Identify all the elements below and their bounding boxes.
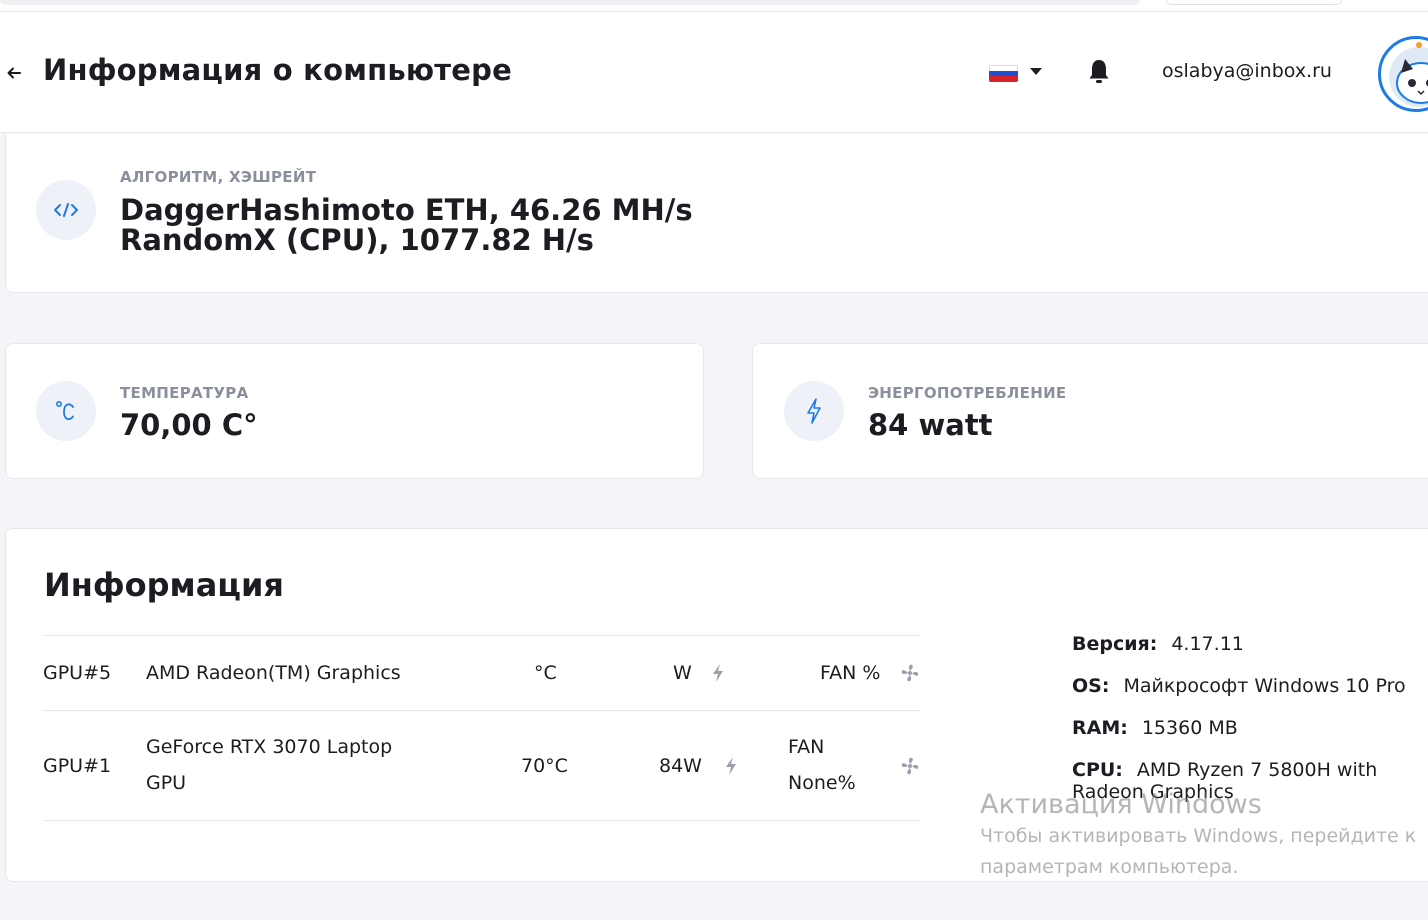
fan-icon — [901, 757, 919, 775]
celsius-icon — [36, 381, 96, 441]
gpu-table: GPU#5 AMD Radeon(TM) Graphics °C W FAN %… — [43, 635, 920, 821]
os-key: OS: — [1072, 675, 1110, 697]
gpu-fan-line-2: None% — [788, 772, 856, 794]
version-value: 4.17.11 — [1171, 633, 1244, 655]
user-email[interactable]: oslabya@inbox.ru — [1162, 60, 1332, 82]
temperature-label: ТЕМПЕРАТУРА — [120, 384, 249, 402]
cpu-row: CPU: AMD Ryzen 7 5800H with Radeon Graphi… — [1072, 759, 1428, 803]
table-row: GPU#5 AMD Radeon(TM) Graphics °C W FAN % — [43, 635, 920, 710]
algorithm-card: АЛГОРИТМ, ХЭШРЕЙТ DaggerHashimoto ETH, 4… — [5, 134, 1428, 293]
language-selector[interactable] — [989, 62, 1045, 84]
scrollbar-track — [0, 0, 1140, 5]
info-card: Информация GPU#5 AMD Radeon(TM) Graphics… — [5, 528, 1428, 882]
ram-key: RAM: — [1072, 717, 1128, 739]
version-key: Версия: — [1072, 633, 1158, 655]
gpu-fan: FAN % — [820, 662, 881, 684]
os-value: Майкрософт Windows 10 Pro — [1123, 675, 1406, 697]
power-value: 84 watt — [868, 408, 993, 442]
gpu-id: GPU#5 — [43, 662, 112, 684]
gpu-power: 84W — [659, 755, 702, 777]
gpu-fan-line-1: FAN — [788, 736, 825, 758]
fan-icon — [901, 664, 919, 682]
page-title: Информация о компьютере — [43, 53, 512, 87]
ram-row: RAM: 15360 MB — [1072, 717, 1428, 739]
code-icon — [36, 180, 96, 240]
gpu-id: GPU#1 — [43, 755, 112, 777]
page-header: Информация о компьютере oslabya@inbox.ru — [0, 12, 1428, 133]
system-info: Версия: 4.17.11 OS: Майкрософт Windows 10 … — [1072, 633, 1428, 823]
russian-flag-icon — [989, 65, 1018, 82]
info-title: Информация — [44, 566, 284, 604]
power-label: ЭНЕРГОПОТРЕБЛЕНИЕ — [868, 384, 1067, 402]
gpu-name-line-2: GPU — [146, 772, 187, 794]
avatar[interactable] — [1378, 36, 1428, 112]
chevron-down-icon — [1030, 68, 1042, 75]
table-row: GPU#1 GeForce RTX 3070 Laptop GPU 70°C 8… — [43, 710, 920, 821]
gpu-name: AMD Radeon(TM) Graphics — [146, 662, 401, 684]
back-arrow-icon[interactable] — [6, 65, 22, 81]
lightning-icon — [784, 381, 844, 441]
version-row: Версия: 4.17.11 — [1072, 633, 1428, 655]
lightning-icon — [726, 757, 736, 775]
ram-value: 15360 MB — [1141, 717, 1238, 739]
gpu-temp: 70°C — [521, 755, 568, 777]
algorithm-line-2: RandomX (CPU), 1077.82 H/s — [120, 223, 594, 257]
top-pill — [1166, 0, 1342, 5]
gpu-name-line-1: GeForce RTX 3070 Laptop — [146, 736, 393, 758]
browser-top-strip — [0, 0, 1428, 12]
gpu-temp: °C — [534, 662, 557, 684]
bell-icon[interactable] — [1087, 58, 1111, 86]
os-row: OS: Майкрософт Windows 10 Pro — [1072, 675, 1428, 697]
cpu-key: CPU: — [1072, 759, 1123, 781]
power-card: ЭНЕРГОПОТРЕБЛЕНИЕ 84 watt — [752, 343, 1428, 479]
temperature-value: 70,00 C° — [120, 408, 258, 442]
gpu-power: W — [673, 662, 692, 684]
lightning-icon — [713, 664, 723, 682]
cat-astronaut-icon — [1389, 42, 1428, 107]
algorithm-line-1: DaggerHashimoto ETH, 46.26 MH/s — [120, 193, 693, 227]
algorithm-label: АЛГОРИТМ, ХЭШРЕЙТ — [120, 168, 317, 186]
temperature-card: ТЕМПЕРАТУРА 70,00 C° — [5, 343, 704, 479]
